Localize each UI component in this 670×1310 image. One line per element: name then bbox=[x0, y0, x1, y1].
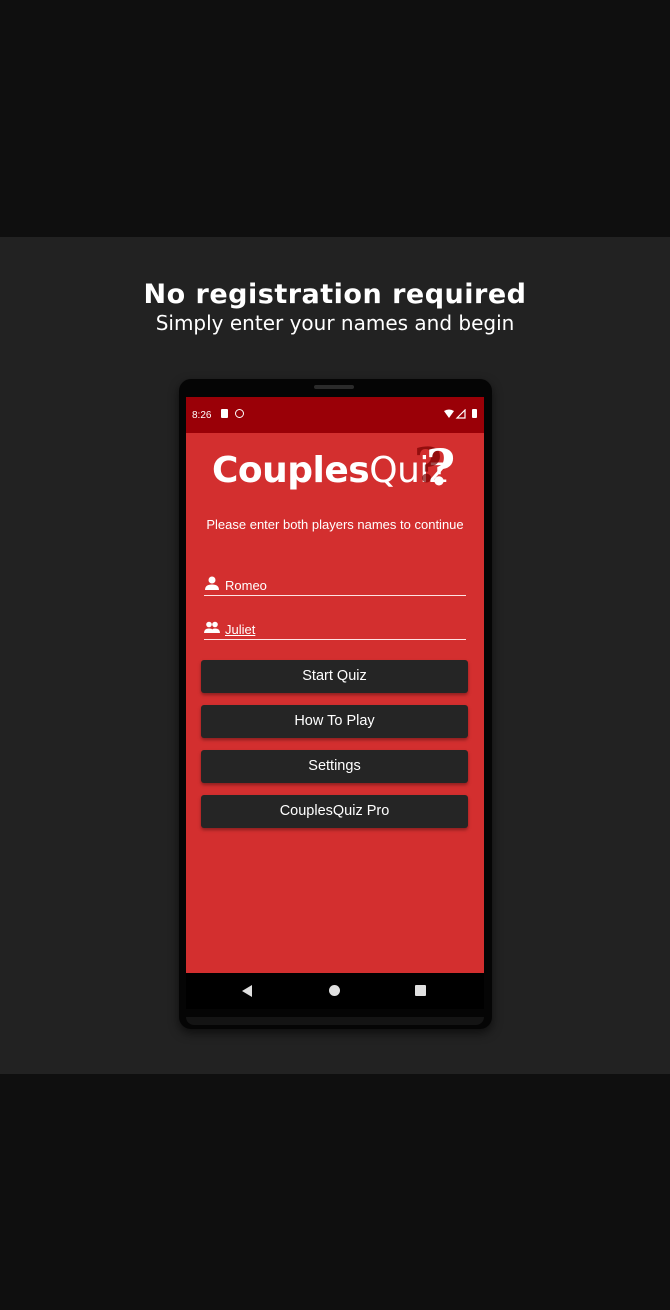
player1-name-field[interactable]: Romeo bbox=[204, 573, 466, 596]
logo-question-mark: ? bbox=[426, 438, 456, 497]
couplesquiz-pro-button[interactable]: CouplesQuiz Pro bbox=[201, 795, 468, 828]
promo-headline: No registration required bbox=[143, 279, 527, 310]
status-bar: 8:26 bbox=[186, 397, 484, 433]
sd-card-icon bbox=[221, 409, 228, 418]
phone-speaker bbox=[314, 385, 354, 389]
app-screen: 8:26 CouplesQuiz ? ? Please enter both p… bbox=[186, 397, 484, 973]
battery-icon bbox=[472, 409, 477, 418]
names-prompt: Please enter both players names to conti… bbox=[206, 517, 464, 532]
people-icon bbox=[204, 621, 220, 633]
promo-subline: Simply enter your names and begin bbox=[155, 311, 515, 335]
logo-text: CouplesQuiz bbox=[212, 450, 448, 491]
wifi-icon bbox=[444, 409, 466, 419]
person-icon bbox=[205, 576, 219, 590]
logo-couples: Couples bbox=[212, 450, 370, 491]
phone-frame: 8:26 CouplesQuiz ? ? Please enter both p… bbox=[179, 379, 492, 1029]
android-nav-bar bbox=[186, 973, 484, 1009]
app-logo: CouplesQuiz ? ? bbox=[186, 438, 484, 510]
home-icon[interactable] bbox=[329, 985, 340, 996]
status-time: 8:26 bbox=[192, 410, 212, 421]
sync-icon bbox=[235, 409, 244, 418]
settings-button[interactable]: Settings bbox=[201, 750, 468, 783]
phone-chin bbox=[186, 1017, 484, 1025]
player2-name-value[interactable]: Juliet bbox=[225, 622, 255, 637]
start-quiz-button[interactable]: Start Quiz bbox=[201, 660, 468, 693]
recents-icon[interactable] bbox=[415, 985, 426, 996]
player1-name-value[interactable]: Romeo bbox=[225, 578, 267, 593]
back-icon[interactable] bbox=[242, 985, 252, 997]
how-to-play-button[interactable]: How To Play bbox=[201, 705, 468, 738]
player2-name-field[interactable]: Juliet bbox=[204, 617, 466, 640]
